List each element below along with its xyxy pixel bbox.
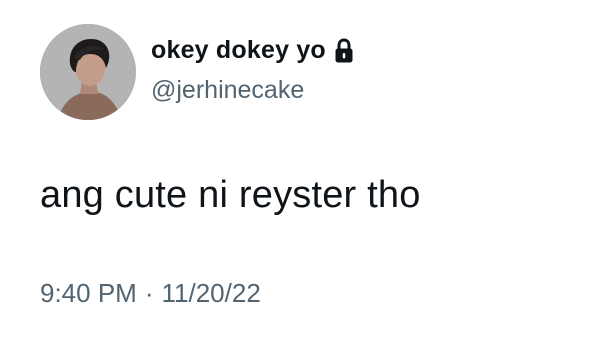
author-display-name[interactable]: okey dokey yo [151,36,326,65]
tweet-text: ang cute ni reyster tho [40,174,421,216]
lock-icon [334,37,354,64]
tweet-timestamp[interactable]: 9:40 PM · 11/20/22 [40,278,261,309]
author-handle[interactable]: @jerhinecake [151,76,304,105]
author-name-row[interactable]: okey dokey yo [151,36,354,65]
avatar-photo [40,24,136,120]
tweet-time[interactable]: 9:40 PM [40,278,137,308]
timestamp-separator: · [144,278,154,308]
avatar[interactable] [40,24,136,120]
tweet-date[interactable]: 11/20/22 [162,278,261,308]
